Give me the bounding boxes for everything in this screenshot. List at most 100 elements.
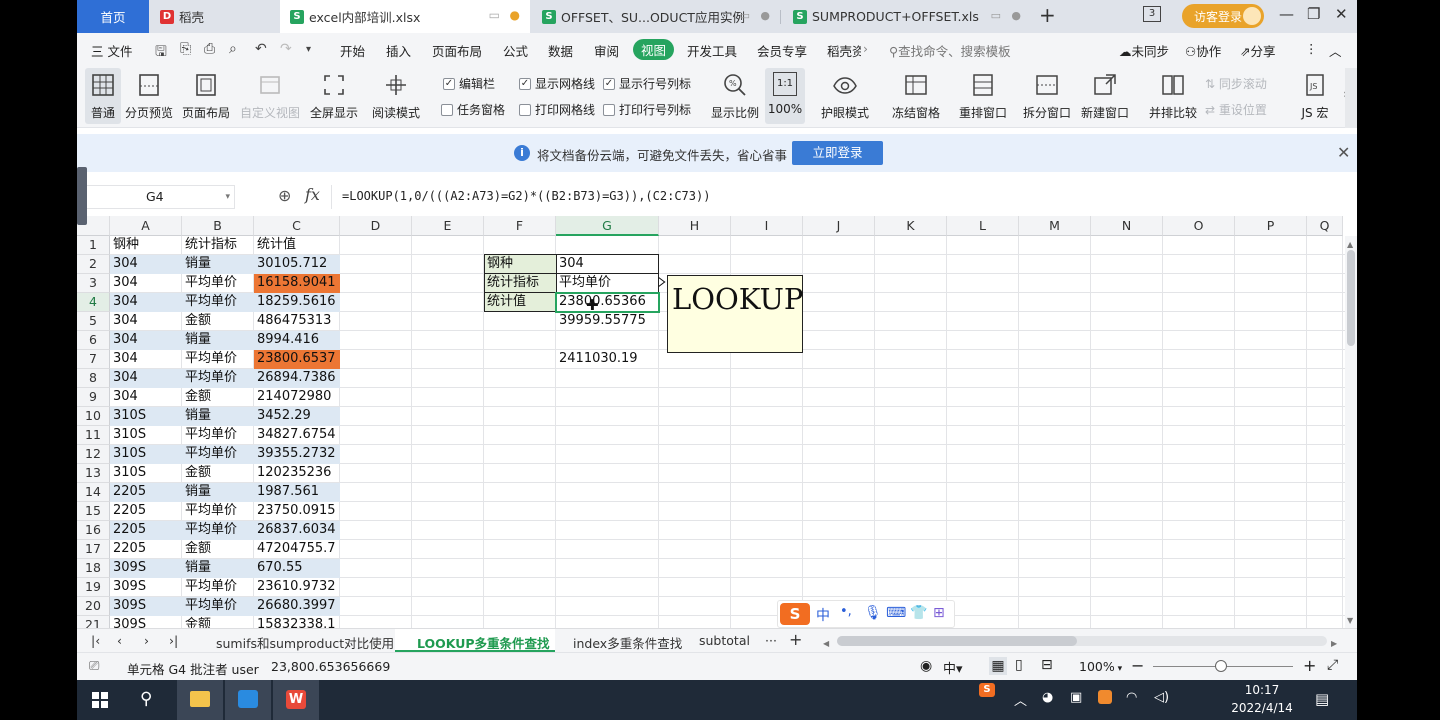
column-header-m[interactable]: M [1019,216,1091,236]
quick-access-dropdown-icon[interactable]: ▾ [306,44,311,55]
page-layout-status-icon[interactable]: ▯ [1015,657,1023,673]
tab-excel-training[interactable]: S excel内部培训.xlsx ▭ ● [280,0,530,33]
horizontal-scroll-thumb[interactable] [837,636,1077,646]
sheet-tab-index[interactable]: index多重条件查找 [573,633,682,652]
split-window-button[interactable]: 拆分窗口 [1019,68,1075,124]
normal-view-status-icon[interactable]: ▦ [989,657,1007,675]
row-header-2[interactable]: 2 [77,255,110,274]
ime-toolbox-icon[interactable]: ⊞ [933,605,945,621]
sync-scroll-button[interactable]: ⇅ 同步滚动 [1205,75,1267,92]
cell-a2[interactable]: 304 [110,255,182,274]
menu-insert[interactable]: 插入 [386,41,411,60]
vertical-scroll-thumb[interactable] [1347,250,1355,346]
side-panel-handle[interactable] [77,167,87,225]
taskbar-search-icon[interactable]: ⚲ [140,689,152,709]
column-header-d[interactable]: D [340,216,412,236]
row-header-6[interactable]: 6 [77,331,110,350]
row-header-5[interactable]: 5 [77,312,110,331]
tray-expand-icon[interactable]: ︿ [1014,690,1027,709]
sheet-tab-subtotal[interactable]: subtotal [699,633,750,648]
login-now-button[interactable]: 立即登录 [792,141,883,165]
gridlines-checkbox[interactable]: ✓ 显示网格线 [519,75,595,92]
row-header-17[interactable]: 17 [77,540,110,559]
cell-b20[interactable]: 平均单价 [182,597,254,616]
zoom-level[interactable]: 100% ▾ [1079,659,1122,674]
visitor-login-button[interactable]: 访客登录 [1182,4,1264,28]
cell-c19[interactable]: 23610.9732 [254,578,340,597]
cell-b1[interactable]: 统计指标 [182,236,254,255]
cell-a6[interactable]: 304 [110,331,182,350]
display-tray-icon[interactable]: ▣ [1070,690,1082,705]
cell-b8[interactable]: 平均单价 [182,369,254,388]
menu-page-layout[interactable]: 页面布局 [432,41,482,60]
cell-c15[interactable]: 23750.0915 [254,502,340,521]
headers-checkbox[interactable]: ✓ 显示行号列标 [603,75,691,92]
macro-record-icon[interactable]: ⎚ [89,659,99,674]
insert-function-icon[interactable]: fx [305,185,320,204]
cell-c12[interactable]: 39355.2732 [254,445,340,464]
sogou-tray-icon[interactable]: S [979,683,995,697]
name-box[interactable]: G4 ▾ [81,185,235,209]
column-header-o[interactable]: O [1163,216,1235,236]
cell-b7[interactable]: 平均单价 [182,350,254,369]
cell-b15[interactable]: 平均单价 [182,502,254,521]
menu-data[interactable]: 数据 [548,41,573,60]
column-header-k[interactable]: K [875,216,947,236]
cell-g7[interactable]: 2411030.19 [556,350,659,369]
row-header-1[interactable]: 1 [77,236,110,255]
zoom-slider-thumb[interactable] [1215,660,1227,672]
print-icon[interactable]: ⎙ [204,41,215,57]
new-window-button[interactable]: 新建窗口 [1077,68,1133,124]
cell-b5[interactable]: 金额 [182,312,254,331]
column-header-f[interactable]: F [484,216,556,236]
cell-b19[interactable]: 平均单价 [182,578,254,597]
cell-b4[interactable]: 平均单价 [182,293,254,312]
clock-time[interactable]: 10:17 [1227,683,1297,697]
cell-a13[interactable]: 310S [110,464,182,483]
ime-microphone-icon[interactable]: 🎙 [864,605,882,621]
row-header-14[interactable]: 14 [77,483,110,502]
cell-c7[interactable]: 23800.6537 [254,350,340,369]
prev-sheet-icon[interactable]: ‹ [117,633,122,648]
last-sheet-icon[interactable]: ›| [169,633,178,648]
window-count-icon[interactable]: 3 [1143,6,1161,22]
cell-a9[interactable]: 304 [110,388,182,407]
file-explorer-button[interactable] [177,680,223,720]
more-sheets-icon[interactable]: ··· [765,633,777,648]
wifi-icon[interactable]: ◠ [1126,690,1137,705]
menu-start[interactable]: 开始 [340,41,365,60]
column-header-j[interactable]: J [803,216,875,236]
volume-icon[interactable]: ◁) [1154,690,1169,705]
column-header-e[interactable]: E [412,216,484,236]
row-header-13[interactable]: 13 [77,464,110,483]
cell-c4[interactable]: 18259.5616 [254,293,340,312]
row-header-16[interactable]: 16 [77,521,110,540]
row-header-19[interactable]: 19 [77,578,110,597]
cell-b12[interactable]: 平均单价 [182,445,254,464]
eye-care-button[interactable]: 护眼模式 [817,68,873,124]
cell-a15[interactable]: 2205 [110,502,182,521]
file-menu[interactable]: 三 文件 [91,41,132,60]
command-search[interactable]: ⚲查找命令、搜索模板 [889,41,1011,60]
cell-a11[interactable]: 310S [110,426,182,445]
ime-toolbar[interactable]: S 中 •, 🎙 ⌨ 👕 ⊞ [777,600,955,628]
ime-skin-icon[interactable]: 👕 [910,605,927,621]
cell-b16[interactable]: 平均单价 [182,521,254,540]
cell-c1[interactable]: 统计值 [254,236,340,255]
menu-review[interactable]: 审阅 [594,41,619,60]
menu-view[interactable]: 视图 [633,39,675,60]
windows-start-icon[interactable] [92,692,108,708]
menu-daoke-resources[interactable]: 稻壳资 [827,41,861,60]
zoom-ratio-button[interactable]: % 显示比例 [707,68,763,124]
spreadsheet-grid[interactable]: A B C D E F G H I J K L M N O P Q 1 钢种 统计指… [77,216,1357,628]
row-header-20[interactable]: 20 [77,597,110,616]
print-headers-checkbox[interactable]: 打印行号列标 [603,101,691,118]
side-by-side-button[interactable]: 并排比较 [1145,68,1201,124]
row-header-8[interactable]: 8 [77,369,110,388]
ime-keyboard-icon[interactable]: ⌨ [886,605,906,621]
arrange-windows-button[interactable]: 重排窗口 [953,68,1013,124]
whiteboard-app-button[interactable] [225,680,271,720]
cell-a16[interactable]: 2205 [110,521,182,540]
reading-mode-button[interactable]: 阅读模式 [365,68,427,124]
row-header-10[interactable]: 10 [77,407,110,426]
